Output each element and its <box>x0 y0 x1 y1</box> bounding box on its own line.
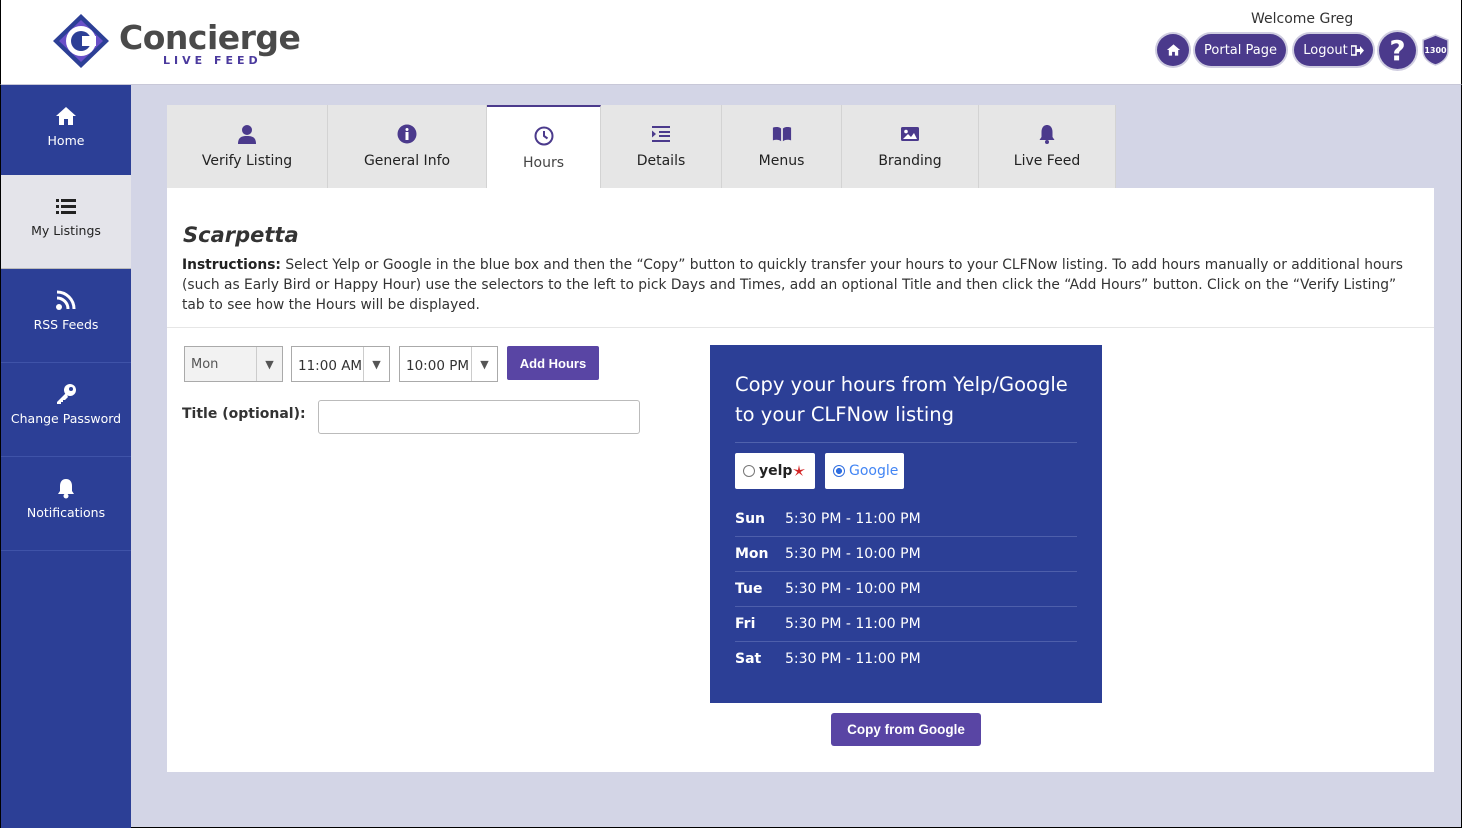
list-icon <box>56 199 76 214</box>
image-icon <box>901 127 919 141</box>
yelp-logo: yelp <box>759 463 793 479</box>
divider <box>735 442 1077 443</box>
sidebar-item-notifications[interactable]: Notifications <box>1 457 131 551</box>
hours-day: Sat <box>735 651 762 667</box>
chevron-down-icon: ▼ <box>256 347 282 381</box>
tab-menus[interactable]: Menus <box>722 105 842 188</box>
sidebar-item-home[interactable]: Home <box>1 85 131 179</box>
divider <box>167 327 1434 328</box>
bell-icon <box>58 479 74 499</box>
tab-label: Hours <box>522 155 564 171</box>
concierge-logo-mark <box>53 14 109 68</box>
sidebar-item-label: Home <box>47 133 85 148</box>
sign-out-icon <box>1350 44 1364 56</box>
user-icon <box>238 125 256 144</box>
hours-row: Mon 5:30 PM - 10:00 PM <box>735 537 1077 572</box>
google-source-option[interactable]: Google <box>825 453 904 489</box>
copy-from-google-button[interactable]: Copy from Google <box>831 713 981 746</box>
hours-row: Sun 5:30 PM - 11:00 PM <box>735 502 1077 537</box>
yelp-source-option[interactable]: yelp <box>735 453 815 489</box>
concierge-logo[interactable]: Concierge LIVE FEED <box>51 12 301 70</box>
sidebar-item-my-listings[interactable]: My Listings <box>1 175 131 269</box>
tab-general-info[interactable]: General Info <box>328 105 487 188</box>
end-time-value: 10:00 PM <box>406 358 469 374</box>
title-input[interactable] <box>318 400 640 434</box>
hours-row: Tue 5:30 PM - 10:00 PM <box>735 572 1077 607</box>
instructions: Instructions: Select Yelp or Google in t… <box>182 255 1422 315</box>
sidebar-item-label: My Listings <box>31 223 101 238</box>
welcome-text: Welcome Greg <box>1251 11 1354 27</box>
hours-day: Sun <box>735 511 766 527</box>
listing-title: Scarpetta <box>183 223 299 247</box>
hours-row: Fri 5:30 PM - 11:00 PM <box>735 607 1077 642</box>
badge-1300-text: 1300 <box>1424 46 1447 55</box>
tab-label: Details <box>636 153 686 169</box>
logout-label: Logout <box>1303 42 1348 58</box>
sidebar-item-change-password[interactable]: Change Password <box>1 363 131 457</box>
sidebar-item-label: RSS Feeds <box>33 317 99 332</box>
hours-time: 5:30 PM - 10:00 PM <box>785 546 921 562</box>
tab-verify-listing[interactable]: Verify Listing <box>167 105 328 188</box>
copy-box-heading: Copy your hours from Yelp/Google to your… <box>735 373 1068 426</box>
tab-details[interactable]: Details <box>601 105 722 188</box>
info-icon <box>397 124 417 144</box>
day-select-value: Mon <box>191 357 219 372</box>
chevron-down-icon: ▼ <box>471 347 497 381</box>
start-time-select[interactable]: 11:00 AM ▼ <box>291 346 390 382</box>
brand-name: Concierge <box>119 18 301 57</box>
indent-icon <box>652 126 670 142</box>
home-icon <box>56 107 76 125</box>
top-header: Concierge LIVE FEED Welcome Greg Portal … <box>0 0 1462 85</box>
tab-label: Menus <box>758 153 805 169</box>
chevron-down-icon: ▼ <box>363 347 389 381</box>
instructions-text: Select Yelp or Google in the blue box an… <box>182 257 1403 313</box>
yelp-burst-icon <box>793 465 806 476</box>
tab-hours[interactable]: Hours <box>487 105 601 188</box>
rss-icon <box>56 290 76 310</box>
sidebar-item-rss-feeds[interactable]: RSS Feeds <box>1 269 131 363</box>
home-icon <box>1166 44 1180 56</box>
end-time-select[interactable]: 10:00 PM ▼ <box>399 346 498 382</box>
bell-icon <box>1039 125 1055 144</box>
tab-label: Verify Listing <box>201 153 293 169</box>
tab-live-feed[interactable]: Live Feed <box>979 105 1116 188</box>
hours-day: Tue <box>735 581 763 597</box>
key-icon <box>57 384 76 404</box>
home-button[interactable] <box>1157 34 1189 66</box>
hours-time: 5:30 PM - 11:00 PM <box>785 616 921 632</box>
instructions-label: Instructions: <box>182 257 281 273</box>
logout-button[interactable]: Logout <box>1294 34 1373 66</box>
hours-row: Sat 5:30 PM - 11:00 PM <box>735 642 1077 677</box>
tab-branding[interactable]: Branding <box>842 105 979 188</box>
start-time-value: 11:00 AM <box>298 358 363 374</box>
tab-label: General Info <box>363 153 451 169</box>
sidebar: Home My Listings RSS Feeds Change Passwo… <box>0 85 131 828</box>
clock-icon <box>534 126 553 146</box>
listing-tabs: Verify Listing General Info Hours Detail… <box>167 105 1116 188</box>
hours-day: Fri <box>735 616 756 632</box>
tab-label: Branding <box>878 153 942 169</box>
google-radio[interactable] <box>833 465 845 477</box>
hours-day: Mon <box>735 546 769 562</box>
tab-label: Live Feed <box>1013 153 1081 169</box>
hours-time: 5:30 PM - 11:00 PM <box>785 511 921 527</box>
hours-panel: Scarpetta Instructions: Select Yelp or G… <box>167 188 1434 772</box>
copy-hours-box: Copy your hours from Yelp/Google to your… <box>710 345 1102 703</box>
hours-time: 5:30 PM - 11:00 PM <box>785 651 921 667</box>
hours-time: 5:30 PM - 10:00 PM <box>785 581 921 597</box>
yelp-radio[interactable] <box>743 465 755 477</box>
help-button[interactable]: ? <box>1379 32 1416 69</box>
google-logo: Google <box>849 463 899 479</box>
sidebar-item-label: Change Password <box>10 411 122 426</box>
badge-1300-icon: 1300 <box>1422 34 1449 66</box>
brand-sub: LIVE FEED <box>163 54 262 67</box>
add-hours-button[interactable]: Add Hours <box>507 346 599 380</box>
book-icon <box>772 127 791 142</box>
portal-page-button[interactable]: Portal Page <box>1195 34 1286 66</box>
day-select[interactable]: Mon ▼ <box>184 346 283 382</box>
sidebar-item-label: Notifications <box>26 505 106 520</box>
title-label: Title (optional): <box>182 406 306 422</box>
